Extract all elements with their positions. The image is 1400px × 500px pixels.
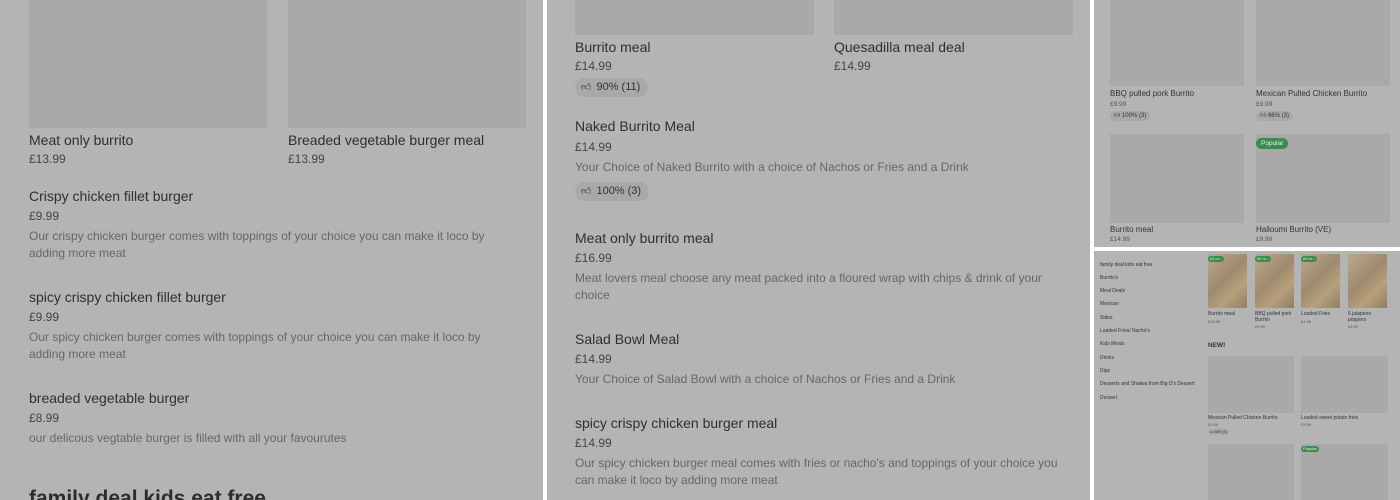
item-price: £16.99 [575,251,612,265]
meat-only-burrito-image[interactable] [29,0,267,128]
popular-badge: Popular [1301,446,1319,452]
item-price: £9.99 [29,209,60,223]
thumbs-up-icon: 👍︎ [581,82,592,93]
card-price: £14.99 [1208,319,1221,324]
quesadilla-meal-deal-image[interactable] [834,0,1073,35]
card-title[interactable]: Breaded vegetable burger meal [288,132,484,148]
sidebar-item[interactable]: Drinks [1100,355,1114,361]
thumbs-up-icon: 👍︎ [1210,430,1214,434]
card-title[interactable]: 6 jalapeno poppers [1348,311,1388,323]
item-price: £14.99 [575,436,612,450]
card-title[interactable]: Meat only burrito [29,132,133,148]
menu-panel-2: Burrito meal £14.99 👍︎ 90% (11) Quesadill… [547,0,1090,500]
item-title: spicy crispy chicken fillet burger [29,289,226,305]
rating-badge: 👍︎ 66% (3) [1208,429,1229,435]
card-price: £13.99 [29,152,66,166]
item-title: breaded vegetable burger [29,390,190,406]
card-price: £14.99 [575,59,612,73]
item-price: £14.99 [575,140,612,154]
sidebar-item[interactable]: Dips [1100,368,1110,374]
item-title: Naked Burrito Meal [575,118,695,134]
section-heading: NEW! [1208,342,1226,349]
sidebar-item[interactable]: Burrito's [1100,275,1118,281]
thumbs-up-icon: 👍︎ [581,186,592,197]
item-title: spicy crispy chicken burger meal [575,415,778,431]
burrito-meal-image[interactable] [575,0,814,35]
item-price: £14.99 [575,352,612,366]
card-price: £4.99 [1301,319,1312,324]
card-title[interactable]: Quesadilla meal deal [834,39,965,55]
breaded-vegetable-burger-meal-image[interactable] [288,0,526,128]
mexican-pulled-chicken-burrito-image[interactable] [1256,0,1390,86]
card-title[interactable]: Burrito meal [575,39,650,55]
menu-item-image[interactable] [1301,444,1388,500]
card-price: £14.99 [1110,236,1130,243]
bbq-pulled-pork-burrito-photo[interactable] [1255,254,1294,308]
rank-badge: #1 m... [1208,256,1225,262]
card-title[interactable]: Mexican Pulled Chicken Burrito [1208,415,1277,421]
mexican-pulled-chicken-burrito-image[interactable] [1208,356,1294,413]
burrito-meal-photo[interactable] [1208,254,1247,308]
item-description: Our spicy chicken burger comes with topp… [29,330,481,361]
card-title[interactable]: BBQ pulled pork Burrito [1255,311,1295,323]
card-price: £5.99 [1301,422,1312,427]
rating-badge: 👍︎ 100% (3) [575,182,650,201]
item-description: Our spicy chicken burger meal comes with… [575,456,1058,487]
burrito-meal-image[interactable] [1110,134,1244,223]
sidebar-item[interactable]: Desserts and Shakes from Big D's Dessert [1100,381,1195,387]
loaded-fries-photo[interactable] [1301,254,1340,308]
sidebar-item[interactable]: Dessert [1100,395,1117,401]
sidebar-item[interactable]: Mexican [1100,301,1119,307]
card-title[interactable]: BBQ pulled pork Burrito [1110,89,1194,98]
card-price: £9.99 [1256,101,1273,108]
item-title: Crispy chicken fillet burger [29,188,194,204]
item-description: Our crispy chicken burger comes with top… [29,229,485,260]
card-title[interactable]: Halloumi Burrito (VE) [1256,225,1331,234]
menu-panel-3: BBQ pulled pork Burrito £9.99 👍︎ 100% (3… [1094,0,1400,247]
item-price: £9.99 [29,310,60,324]
item-price: £8.99 [29,411,60,425]
card-price: £9.99 [1208,422,1219,427]
card-price: £9.99 [1110,101,1127,108]
popular-badge: Popular [1256,138,1289,149]
card-price: £9.99 [1256,236,1273,243]
item-description: our delicous vegtable burger is filled w… [29,431,347,445]
card-price: £14.99 [834,59,871,73]
thumbs-up-icon: 👍︎ [1114,113,1121,119]
loaded-sweet-potato-fries-image[interactable] [1301,356,1388,413]
rank-badge: #2 m... [1255,256,1272,262]
menu-item-image[interactable] [1208,444,1294,500]
card-price: £5.99 [1348,324,1359,329]
section-heading: family deal kids eat free [29,487,266,500]
card-price: £13.99 [288,152,325,166]
item-title: Meat only burrito meal [575,230,714,246]
item-description: Your Choice of Salad Bowl with a choice … [575,372,956,386]
card-title[interactable]: Loaded Fries [1301,311,1341,317]
rating-badge: 👍︎ 90% (11) [575,78,649,97]
bbq-pulled-pork-burrito-image[interactable] [1110,0,1244,86]
rating-badge: 👍︎ 100% (3) [1110,111,1151,121]
menu-panel-4: family deal kids eat free Burrito's Meal… [1094,251,1400,500]
card-title[interactable]: Burrito meal [1208,311,1247,317]
rank-badge: #3 m... [1301,256,1318,262]
item-description: Your Choice of Naked Burrito with a choi… [575,160,969,174]
card-title[interactable]: Burrito meal [1110,225,1153,234]
card-price: £9.99 [1255,324,1266,329]
sidebar-item[interactable]: Loaded Fries/ Nacho's [1100,328,1150,334]
sidebar-item[interactable]: Kids Meals [1100,341,1124,347]
card-title[interactable]: Loaded sweet potato fries [1301,415,1358,421]
item-description: Meat lovers meal choose any meat packed … [575,271,1042,302]
rating-badge: 👍︎ 66% (3) [1256,111,1293,121]
thumbs-up-icon: 👍︎ [1260,113,1267,119]
sidebar-item[interactable]: Sides [1100,315,1113,321]
sidebar-item[interactable]: family deal kids eat free [1100,262,1153,268]
menu-panel-1: Meat only burrito £13.99 Breaded vegetab… [0,0,543,500]
item-title: Salad Bowl Meal [575,331,680,347]
card-title[interactable]: Mexican Pulled Chicken Burrito [1256,89,1367,98]
sidebar-item[interactable]: Meal Deals [1100,288,1125,294]
jalapeno-poppers-photo[interactable] [1348,254,1387,308]
